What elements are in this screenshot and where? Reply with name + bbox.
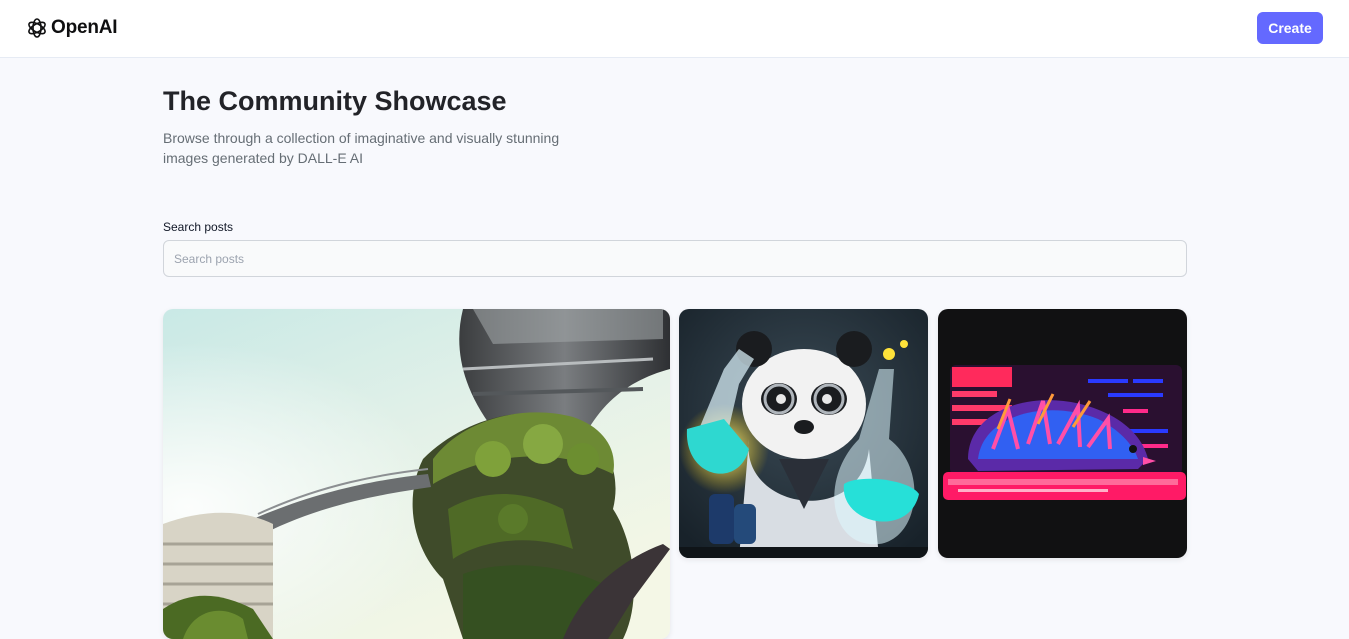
top-nav: OpenAI Create — [0, 0, 1349, 58]
post-card[interactable] — [679, 309, 928, 558]
page-title: The Community Showcase — [163, 86, 507, 116]
search-input[interactable] — [163, 240, 1187, 277]
openai-logo[interactable]: OpenAI — [25, 16, 118, 40]
openai-logo-icon — [28, 18, 46, 38]
post-card[interactable] — [938, 309, 1187, 558]
logo-text: OpenAI — [51, 17, 118, 38]
futuristic-city-image — [163, 309, 670, 639]
post-card[interactable] — [163, 309, 670, 639]
create-button[interactable]: Create — [1257, 12, 1323, 44]
search-label: Search posts — [163, 220, 234, 234]
panda-scientist-image — [679, 309, 928, 558]
page-subtitle: Browse through a collection of imaginati… — [163, 130, 560, 166]
neon-hedgehog-image — [938, 309, 1187, 558]
